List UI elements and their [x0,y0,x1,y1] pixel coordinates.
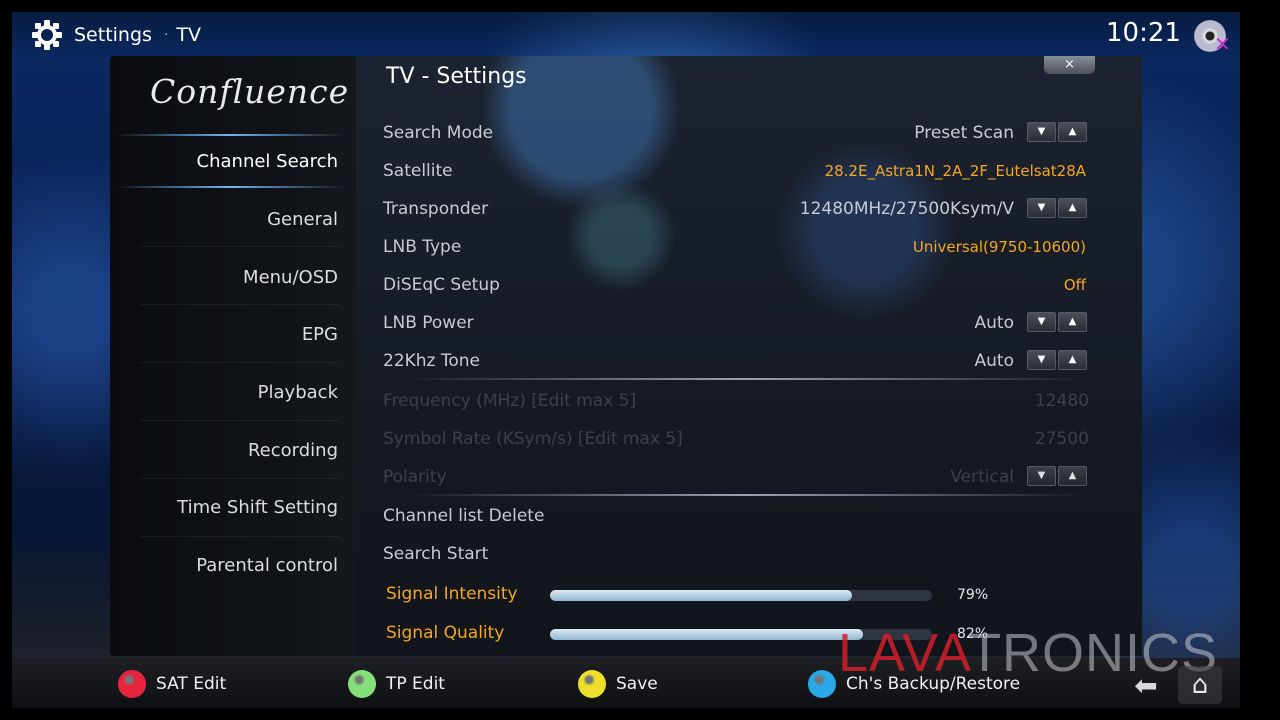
sat-edit-button[interactable]: SAT Edit [118,670,226,698]
save-button[interactable]: Save [578,670,658,698]
search-start-button[interactable]: Search Start [383,539,1089,569]
setting-22khz-tone[interactable]: 22Khz Tone Auto ▼ ▲ [383,346,1089,376]
setting-diseqc-setup[interactable]: DiSEqC Setup Off [383,270,1089,300]
blue-button-icon [808,670,836,698]
breadcrumb: Settings · TV [32,20,201,50]
setting-label: Search Start [383,544,489,564]
spinner: ▼ ▲ [1027,122,1089,144]
green-button-icon [348,670,376,698]
chevron-up-icon[interactable]: ▲ [1058,350,1087,370]
backup-restore-button[interactable]: Ch's Backup/Restore [808,670,1020,698]
back-arrow-icon[interactable]: ⬅ [1126,670,1166,702]
signal-quality-fill [550,629,864,640]
setting-value: Universal(9750-10600) [912,238,1086,256]
spinner: ▼ ▲ [1027,466,1089,488]
chevron-up-icon[interactable]: ▲ [1058,122,1087,142]
sidebar-item-general[interactable]: General [118,200,338,240]
sidebar-item-channel-search[interactable]: Channel Search [118,142,338,182]
setting-value: Off [1063,276,1086,294]
sidebar-item-time-shift[interactable]: Time Shift Setting [118,488,338,528]
setting-label: Search Mode [383,123,494,143]
close-button[interactable]: × [1044,56,1095,74]
setting-polarity: Polarity Vertical ▼ ▲ [383,462,1089,492]
menu-highlight-bottom [115,186,345,188]
setting-label: Transponder [383,199,489,219]
breadcrumb-root: Settings [74,24,152,46]
setting-label: DiSEqC Setup [383,275,500,295]
clock: 10:21 [1106,18,1181,48]
setting-value: Vertical [950,467,1014,487]
button-label: Ch's Backup/Restore [846,674,1021,694]
setting-value: Auto [974,351,1014,371]
setting-search-mode[interactable]: Search Mode Preset Scan ▼ ▲ [383,118,1089,148]
home-icon[interactable]: ⌂ [1178,666,1222,704]
button-label: TP Edit [386,674,445,694]
setting-label: Channel list Delete [383,506,545,526]
spinner: ▼ ▲ [1027,198,1089,220]
chevron-down-icon[interactable]: ▼ [1027,122,1056,142]
sidebar-item-parental-control[interactable]: Parental control [118,546,338,586]
button-label: Save [616,674,658,694]
sidebar-item-epg[interactable]: EPG [118,315,338,355]
channel-list-delete-button[interactable]: Channel list Delete [383,501,1089,531]
signal-intensity-label: Signal Intensity [386,584,518,604]
sidebar-item-menu-osd[interactable]: Menu/OSD [118,258,338,298]
setting-value: 12480MHz/27500Ksym/V [799,199,1014,219]
app-logo: Confluence [150,72,350,111]
red-button-icon [118,670,146,698]
section-divider [406,494,1086,496]
signal-intensity-fill [550,590,852,601]
setting-label: LNB Type [383,237,462,257]
setting-label: Symbol Rate (KSym/s) [Edit max 5] [383,429,683,449]
spinner: ▼ ▲ [1027,350,1089,372]
menu-divider [140,246,340,247]
setting-satellite[interactable]: Satellite 28.2E_Astra1N_2A_2F_Eutelsat28… [383,156,1089,186]
setting-label: Satellite [383,161,453,181]
signal-intensity-percent: 79% [957,587,989,603]
sidebar-item-recording[interactable]: Recording [118,431,338,471]
setting-value: 28.2E_Astra1N_2A_2F_Eutelsat28A [824,162,1086,180]
chevron-up-icon: ▲ [1058,466,1087,486]
setting-value: 27500 [1034,429,1089,449]
setting-value: 12480 [1034,391,1089,411]
section-divider [406,378,1086,380]
setting-label: Frequency (MHz) [Edit max 5] [383,391,637,411]
chevron-down-icon[interactable]: ▼ [1027,198,1056,218]
setting-transponder[interactable]: Transponder 12480MHz/27500Ksym/V ▼ ▲ [383,194,1089,224]
setting-lnb-type[interactable]: LNB Type Universal(9750-10600) [383,232,1089,262]
spinner: ▼ ▲ [1027,312,1089,334]
menu-highlight-top [115,134,345,136]
tp-edit-button[interactable]: TP Edit [348,670,445,698]
menu-divider [140,420,340,421]
chevron-up-icon[interactable]: ▲ [1058,312,1087,332]
breadcrumb-separator: · [163,27,169,43]
signal-intensity-bar [550,590,932,601]
setting-symbol-rate: Symbol Rate (KSym/s) [Edit max 5] 27500 [383,424,1089,454]
breadcrumb-current: TV [176,24,201,46]
menu-divider [140,304,340,305]
close-x-icon[interactable]: ✕ [1214,32,1231,56]
setting-label: Polarity [383,467,447,487]
setting-value: Auto [974,313,1014,333]
page-title: TV - Settings [386,64,527,89]
chevron-up-icon[interactable]: ▲ [1058,198,1087,218]
setting-label: LNB Power [383,313,474,333]
chevron-down-icon[interactable]: ▼ [1027,350,1056,370]
menu-divider [140,362,340,363]
menu-divider [140,536,340,537]
gear-icon [32,20,62,50]
chevron-down-icon[interactable]: ▼ [1027,312,1056,332]
sidebar-item-playback[interactable]: Playback [118,373,338,413]
menu-divider [140,478,340,479]
setting-value: Preset Scan [914,123,1014,143]
chevron-down-icon: ▼ [1027,466,1056,486]
signal-quality-label: Signal Quality [386,623,505,643]
setting-lnb-power[interactable]: LNB Power Auto ▼ ▲ [383,308,1089,338]
yellow-button-icon [578,670,606,698]
button-label: SAT Edit [156,674,227,694]
setting-frequency: Frequency (MHz) [Edit max 5] 12480 [383,386,1089,416]
setting-label: 22Khz Tone [383,351,481,371]
